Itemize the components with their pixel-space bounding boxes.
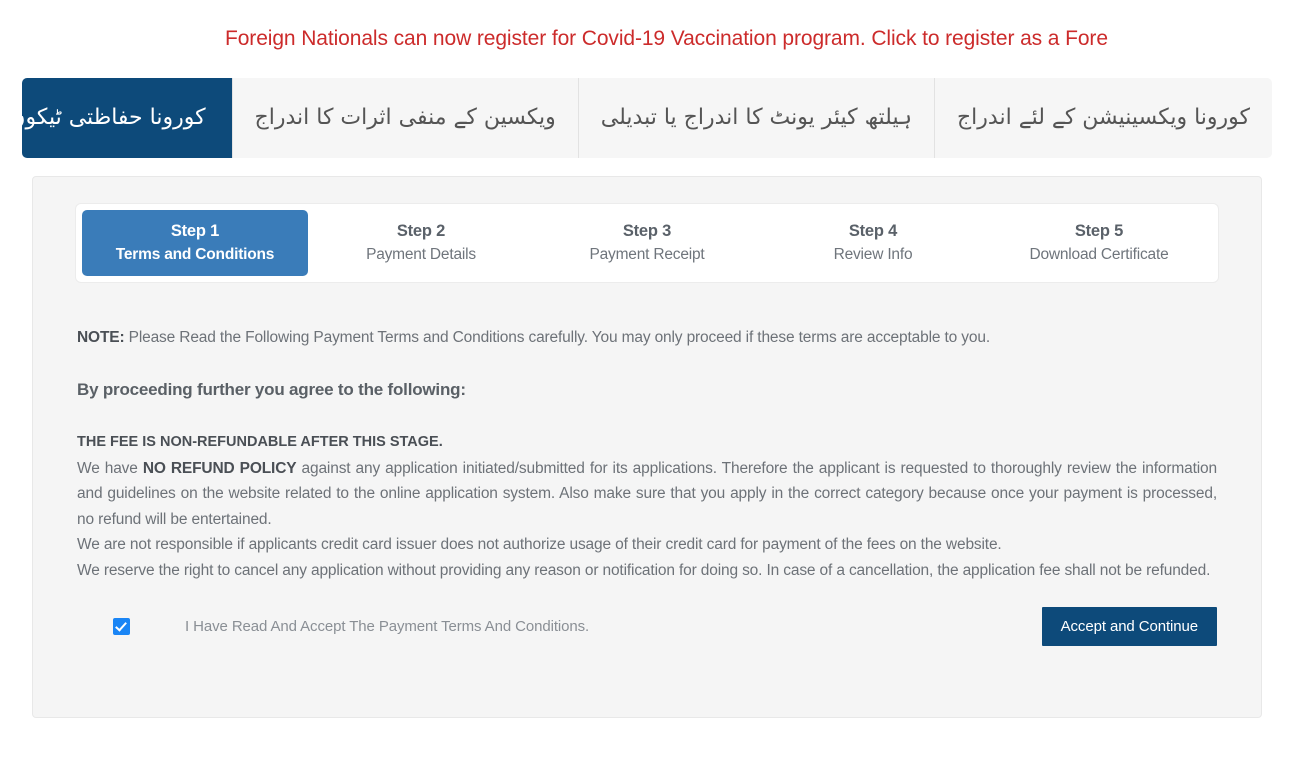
wizard-stepper: Step 1 Terms and Conditions Step 2 Payme…: [75, 203, 1219, 283]
certificate-wizard-card: Step 1 Terms and Conditions Step 2 Payme…: [32, 176, 1262, 718]
step-title: Step 3: [622, 222, 672, 240]
nav-item-vaccination-registration[interactable]: کورونا ویکسینیشن کے لئے اندراج: [933, 78, 1272, 158]
terms-paragraph-1: We have NO REFUND POLICY against any app…: [77, 456, 1217, 533]
terms-paragraph-3: We reserve the right to cancel any appli…: [77, 561, 1211, 579]
accept-terms-group: I Have Read And Accept The Payment Terms…: [77, 618, 589, 635]
nav-item-label: کورونا ویکسینیشن کے لئے اندراج: [956, 104, 1250, 130]
step-subtitle: Payment Details: [366, 246, 476, 263]
step-1-terms-and-conditions[interactable]: Step 1 Terms and Conditions: [82, 210, 308, 276]
note-label: NOTE:: [77, 329, 125, 346]
step-2-payment-details[interactable]: Step 2 Payment Details: [308, 210, 534, 276]
step-subtitle: Payment Receipt: [589, 246, 705, 263]
terms-paragraph-2: We are not responsible if applicants cre…: [77, 536, 1002, 553]
accept-and-continue-button[interactable]: Accept and Continue: [1041, 607, 1217, 646]
step-subtitle: Terms and Conditions: [115, 246, 275, 263]
para1-no-refund-policy: NO REFUND POLICY: [142, 459, 297, 477]
nav-item-healthcare-unit[interactable]: ہیلتھ کیئر یونٹ کا اندراج یا تبدیلی: [577, 78, 934, 158]
nav-item-adverse-effects[interactable]: ویکسین کے منفی اثرات کا اندراج: [231, 78, 578, 158]
note-line: NOTE: Please Read the Following Payment …: [77, 329, 1217, 347]
agree-heading: By proceeding further you agree to the f…: [77, 380, 466, 399]
step-4-review-info[interactable]: Step 4 Review Info: [760, 210, 986, 276]
note-text: Please Read the Following Payment Terms …: [124, 329, 991, 346]
step-3-payment-receipt[interactable]: Step 3 Payment Receipt: [534, 210, 760, 276]
terms-content: NOTE: Please Read the Following Payment …: [75, 329, 1219, 646]
step-title: Step 1: [170, 222, 220, 240]
step-subtitle: Review Info: [833, 246, 913, 263]
nav-item-label: ہیلتھ کیئر یونٹ کا اندراج یا تبدیلی: [600, 104, 912, 130]
announcement-text[interactable]: Foreign Nationals can now register for C…: [0, 27, 1108, 51]
step-title: Step 4: [848, 222, 898, 240]
step-5-download-certificate[interactable]: Step 5 Download Certificate: [986, 210, 1212, 276]
para1-part-a: We have: [77, 459, 143, 477]
nav-item-vaccination-certificate[interactable]: کورونا حفاظتی ٹیکوں کا سر ٹیفکیٹ: [22, 78, 232, 158]
nav-item-label: کورونا حفاظتی ٹیکوں کا سر ٹیفکیٹ: [22, 104, 206, 130]
main-navigation: کورونا ویکسینیشن کے لئے اندراج ہیلتھ کیئ…: [22, 78, 1272, 158]
fee-non-refundable-notice: THE FEE IS NON-REFUNDABLE AFTER THIS STA…: [77, 434, 443, 450]
accept-terms-checkbox[interactable]: [113, 618, 130, 635]
nav-item-label: ویکسین کے منفی اثرات کا اندراج: [254, 104, 556, 130]
accept-terms-label: I Have Read And Accept The Payment Terms…: [185, 618, 590, 635]
terms-paragraphs: THE FEE IS NON-REFUNDABLE AFTER THIS STA…: [77, 430, 1217, 583]
step-title: Step 2: [396, 222, 446, 240]
terms-footer-row: I Have Read And Accept The Payment Terms…: [77, 607, 1217, 646]
announcement-bar: Foreign Nationals can now register for C…: [0, 0, 1294, 78]
step-subtitle: Download Certificate: [1029, 246, 1169, 263]
step-title: Step 5: [1074, 222, 1124, 240]
